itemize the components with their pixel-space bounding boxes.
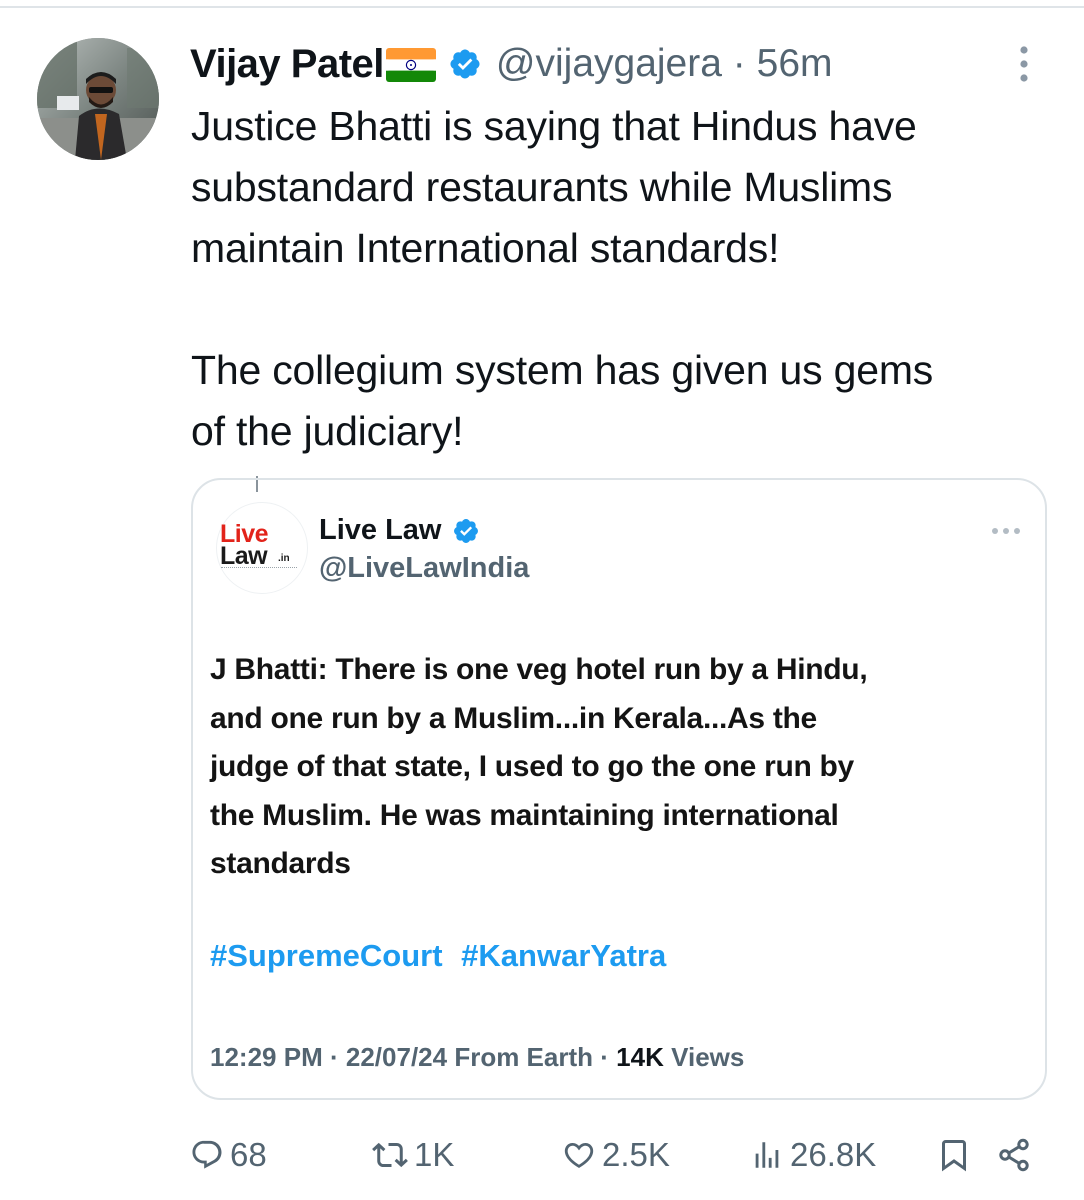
bookmark-button[interactable] bbox=[936, 1130, 972, 1180]
post-text-paragraph: The collegium system has given us gems o… bbox=[191, 347, 934, 454]
quoted-post-text: J Bhatti: There is one veg hotel run by … bbox=[210, 653, 868, 880]
author-handle[interactable]: @vijaygajera · 56m bbox=[496, 42, 833, 86]
reply-icon bbox=[190, 1138, 224, 1172]
livelaw-avatar-logo[interactable]: Live Law .in bbox=[216, 502, 308, 594]
verified-badge-icon bbox=[452, 517, 480, 545]
quoted-author-handle[interactable]: @LiveLawIndia bbox=[319, 552, 529, 585]
post-action-bar: 68 1K 2.5K 26.8K bbox=[0, 1130, 1084, 1180]
quoted-post-card[interactable]: Live Law .in Live Law @LiveLawIndia J Bh… bbox=[191, 478, 1047, 1100]
author-avatar-photo bbox=[37, 38, 159, 160]
more-vertical-icon[interactable] bbox=[1014, 44, 1034, 84]
quoted-post-meta: 12:29 PM · 22/07/24 From Earth · 14K Vie… bbox=[210, 1042, 745, 1072]
repost-button[interactable]: 1K bbox=[372, 1130, 454, 1180]
repost-icon bbox=[372, 1137, 408, 1173]
heart-icon bbox=[562, 1138, 596, 1172]
author-display-name[interactable]: Vijay Patel bbox=[190, 42, 384, 87]
analytics-icon bbox=[750, 1138, 784, 1172]
share-icon bbox=[996, 1137, 1032, 1173]
top-divider bbox=[0, 6, 1084, 8]
quoted-post-date[interactable]: 22/07/24 bbox=[346, 1042, 447, 1072]
hashtag-link[interactable]: #KanwarYatra bbox=[461, 938, 666, 973]
quoted-hashtags: #SupremeCourt #KanwarYatra bbox=[210, 938, 666, 974]
more-horizontal-icon[interactable] bbox=[989, 524, 1029, 536]
quoted-post-source: From Earth bbox=[454, 1042, 594, 1072]
share-button[interactable] bbox=[996, 1130, 1032, 1180]
quoted-views-count: 14K bbox=[616, 1042, 664, 1072]
like-count: 2.5K bbox=[602, 1136, 670, 1173]
author-avatar[interactable] bbox=[37, 38, 159, 160]
post-text: Justice Bhatti is saying that Hindus hav… bbox=[191, 96, 1061, 462]
post-time: 56m bbox=[756, 42, 833, 85]
verified-badge-icon bbox=[448, 47, 482, 81]
reply-button[interactable]: 68 bbox=[190, 1130, 267, 1180]
quoted-post-time[interactable]: 12:29 PM bbox=[210, 1042, 323, 1072]
views-button[interactable]: 26.8K bbox=[750, 1130, 876, 1180]
bookmark-icon bbox=[936, 1137, 972, 1173]
reply-count: 68 bbox=[230, 1136, 267, 1173]
post-text-paragraph: Justice Bhatti is saying that Hindus hav… bbox=[191, 103, 917, 271]
hashtag-link[interactable]: #SupremeCourt bbox=[210, 938, 443, 973]
like-button[interactable]: 2.5K bbox=[562, 1130, 670, 1180]
india-flag-icon bbox=[385, 48, 436, 82]
quoted-author-name[interactable]: Live Law bbox=[319, 514, 480, 547]
views-count: 26.8K bbox=[790, 1136, 877, 1173]
quoted-views-label: Views bbox=[671, 1042, 745, 1072]
post-header: Vijay Patel @vijaygajera · 56m bbox=[190, 36, 833, 92]
repost-count: 1K bbox=[414, 1136, 455, 1173]
